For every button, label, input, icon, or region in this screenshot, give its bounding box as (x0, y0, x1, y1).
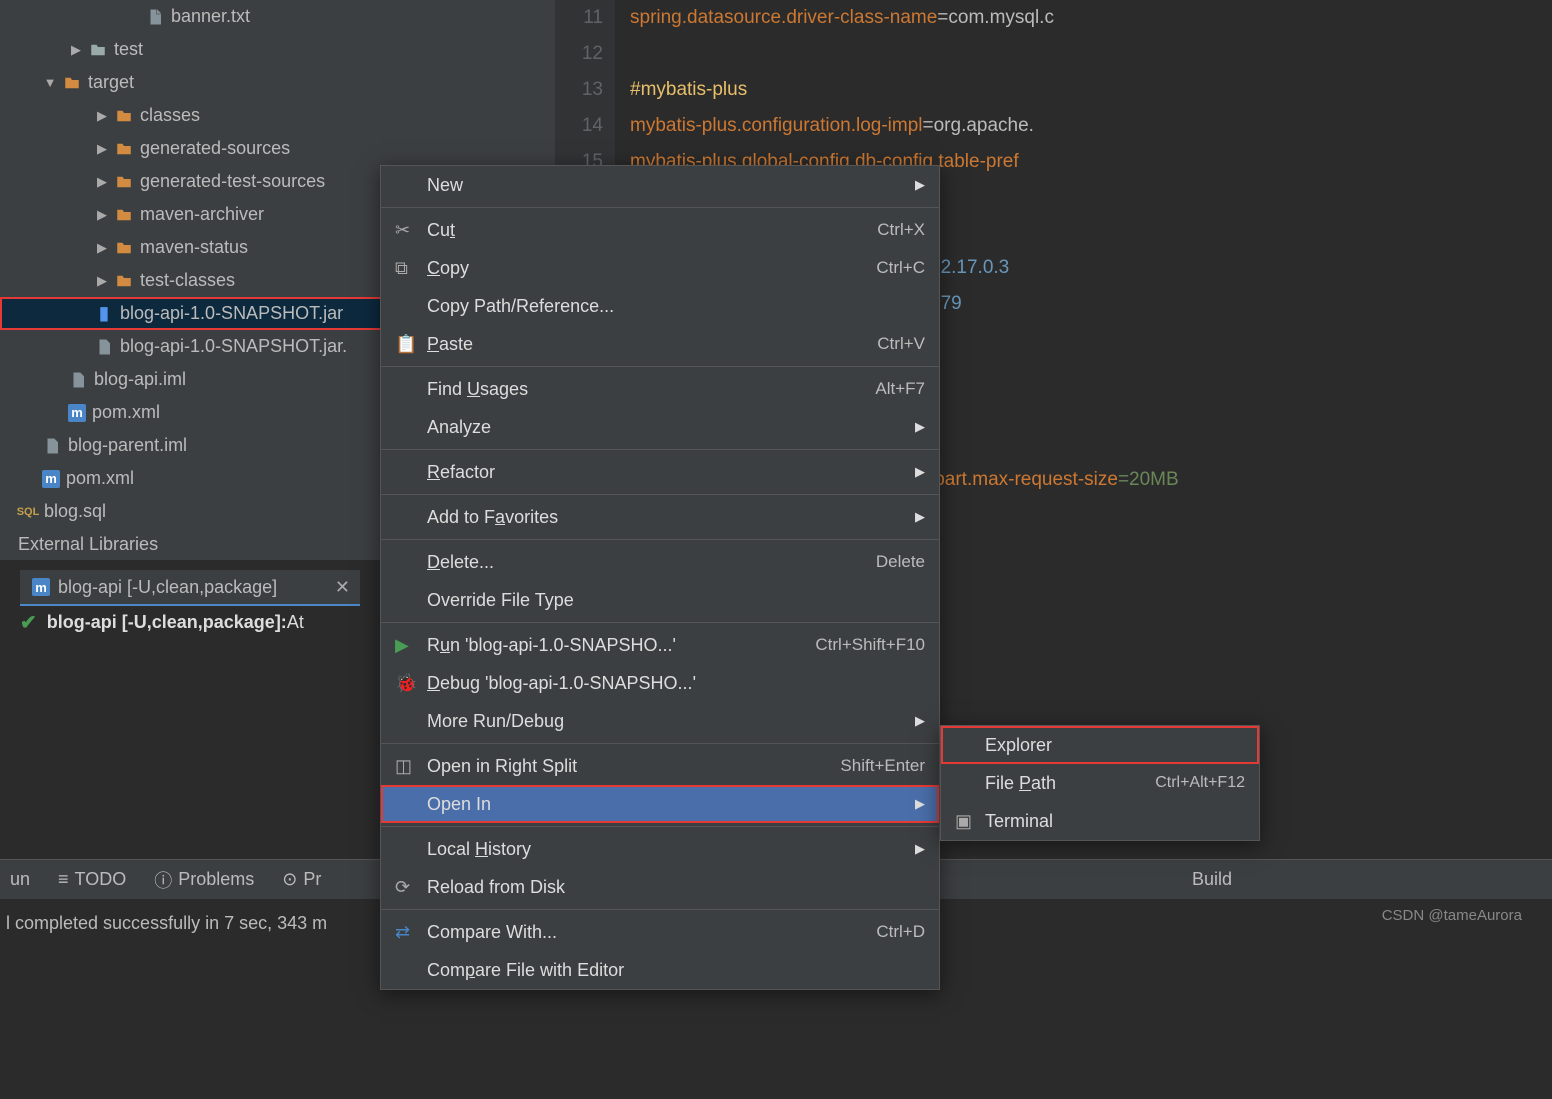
copy-icon: ⧉ (395, 258, 419, 279)
menu-more-run[interactable]: More Run/Debug▶ (381, 702, 939, 740)
menu-copy-path[interactable]: Copy Path/Reference... (381, 287, 939, 325)
tree-item[interactable]: ▼target (0, 66, 555, 99)
sql-icon: SQL (18, 502, 38, 522)
folder-icon (62, 73, 82, 93)
menu-open-in[interactable]: Open In▶ (381, 785, 939, 823)
todo-tool[interactable]: ≡TODO (58, 869, 126, 890)
status-bar: l completed successfully in 7 sec, 343 m (0, 913, 327, 934)
maven-icon: m (42, 470, 60, 488)
submenu-terminal[interactable]: ▣Terminal (941, 802, 1259, 840)
cut-icon: ✂ (395, 220, 419, 241)
build-tab[interactable]: m blog-api [-U,clean,package] ✕ (20, 570, 360, 606)
submenu-explorer[interactable]: Explorer (941, 726, 1259, 764)
menu-local-history[interactable]: Local History▶ (381, 830, 939, 868)
submenu-file-path[interactable]: File PathCtrl+Alt+F12 (941, 764, 1259, 802)
menu-new[interactable]: New▶ (381, 166, 939, 204)
paste-icon: 📋 (395, 334, 419, 355)
tree-item[interactable]: ▶test (0, 33, 555, 66)
menu-split[interactable]: ◫Open in Right SplitShift+Enter (381, 747, 939, 785)
menu-paste[interactable]: 📋PasteCtrl+V (381, 325, 939, 363)
submenu-open-in[interactable]: Explorer File PathCtrl+Alt+F12 ▣Terminal (940, 725, 1260, 841)
chevron-right-icon[interactable]: ▶ (94, 141, 110, 157)
folder-icon (114, 172, 134, 192)
chevron-right-icon[interactable]: ▶ (94, 108, 110, 124)
close-icon[interactable]: ✕ (335, 577, 350, 598)
maven-icon: m (32, 578, 50, 596)
compare-icon: ⇄ (395, 922, 419, 943)
build-result: ✔ blog-api [-U,clean,package]: At (20, 610, 304, 635)
menu-copy[interactable]: ⧉CopyCtrl+C (381, 249, 939, 287)
menu-run[interactable]: ▶Run 'blog-api-1.0-SNAPSHO...'Ctrl+Shift… (381, 626, 939, 664)
terminal-icon: ▣ (955, 811, 979, 832)
jar-icon: ▮ (94, 304, 114, 324)
folder-icon (114, 139, 134, 159)
reload-icon: ⟳ (395, 877, 419, 898)
build-status: Build (1192, 869, 1232, 890)
menu-debug[interactable]: 🐞Debug 'blog-api-1.0-SNAPSHO...' (381, 664, 939, 702)
menu-compare-editor[interactable]: Compare File with Editor (381, 951, 939, 989)
profiler-tool[interactable]: ⊙Pr (282, 869, 321, 890)
menu-favorites[interactable]: Add to Favorites▶ (381, 498, 939, 536)
chevron-down-icon[interactable]: ▼ (42, 75, 58, 90)
menu-delete[interactable]: Delete...Delete (381, 543, 939, 581)
menu-override[interactable]: Override File Type (381, 581, 939, 619)
menu-refactor[interactable]: Refactor▶ (381, 453, 939, 491)
folder-icon (88, 40, 108, 60)
maven-icon: m (68, 404, 86, 422)
file-icon (42, 436, 62, 456)
bug-icon: 🐞 (395, 673, 419, 694)
chevron-right-icon[interactable]: ▶ (94, 207, 110, 223)
problems-tool[interactable]: ⓘProblems (154, 867, 254, 893)
menu-cut[interactable]: ✂CutCtrl+X (381, 211, 939, 249)
menu-reload[interactable]: ⟳Reload from Disk (381, 868, 939, 906)
chevron-right-icon[interactable]: ▶ (94, 174, 110, 190)
run-tool[interactable]: un (10, 869, 30, 890)
menu-compare[interactable]: ⇄Compare With...Ctrl+D (381, 913, 939, 951)
folder-icon (114, 106, 134, 126)
menu-find-usages[interactable]: Find UsagesAlt+F7 (381, 370, 939, 408)
context-menu[interactable]: New▶ ✂CutCtrl+X ⧉CopyCtrl+C Copy Path/Re… (380, 165, 940, 990)
folder-icon (114, 271, 134, 291)
file-icon (145, 7, 165, 27)
chevron-right-icon[interactable]: ▶ (94, 273, 110, 289)
tree-item[interactable]: ▶generated-sources (0, 132, 555, 165)
gutter: 1112131415 (555, 0, 615, 180)
watermark: CSDN @tameAurora (1382, 907, 1522, 924)
menu-analyze[interactable]: Analyze▶ (381, 408, 939, 446)
check-icon: ✔ (20, 610, 37, 635)
file-icon (94, 337, 114, 357)
run-icon: ▶ (395, 635, 419, 656)
chevron-right-icon[interactable]: ▶ (68, 42, 84, 58)
folder-icon (114, 205, 134, 225)
file-icon (68, 370, 88, 390)
split-icon: ◫ (395, 756, 419, 777)
chevron-right-icon[interactable]: ▶ (94, 240, 110, 256)
tree-item[interactable]: banner.txt (0, 0, 555, 33)
folder-icon (114, 238, 134, 258)
tree-item[interactable]: ▶classes (0, 99, 555, 132)
